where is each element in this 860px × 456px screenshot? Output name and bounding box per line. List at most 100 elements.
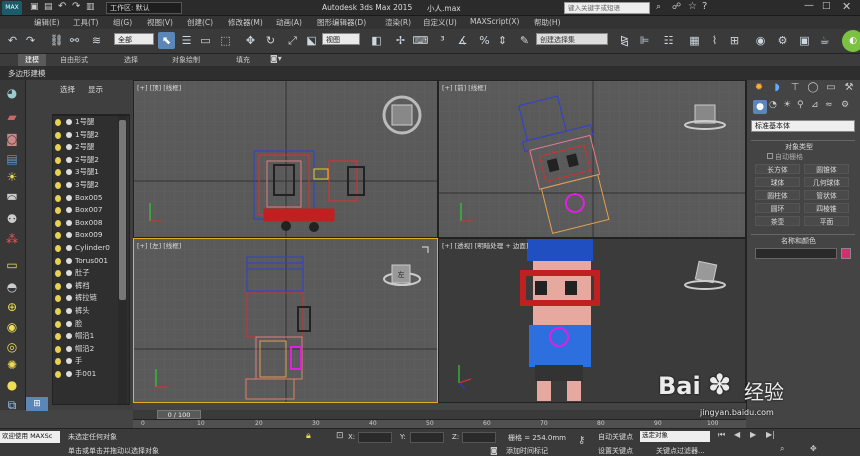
viewport-left[interactable]: [+] [左] [线框] 左	[133, 238, 438, 403]
cameras-cat-icon[interactable]: ⚲	[797, 100, 804, 110]
light-bulb-icon[interactable]	[55, 320, 61, 328]
layer-explorer-icon[interactable]: ☷	[660, 32, 677, 49]
redo-icon[interactable]: ↷	[22, 32, 39, 49]
create-box-icon[interactable]: ▰	[3, 108, 21, 126]
window-crossing-icon[interactable]: ⬚	[217, 32, 234, 49]
search-input[interactable]: 键入关键字或短语	[564, 2, 650, 14]
light-bulb-icon[interactable]	[55, 232, 61, 240]
shapes-icon[interactable]: ◙	[3, 130, 21, 148]
light-bulb-icon[interactable]	[55, 181, 61, 189]
reference-coordinate-dropdown[interactable]: 视图	[322, 33, 360, 45]
modify-tab-icon[interactable]: ◗	[769, 82, 785, 96]
quick-undo-icon[interactable]: ↶	[58, 1, 66, 12]
subscription-icon[interactable]: ☍	[672, 2, 681, 12]
search-icon[interactable]: ⌕	[656, 2, 661, 12]
torus-button[interactable]: 圆环	[755, 203, 800, 213]
prev-frame-icon[interactable]: ◀	[734, 430, 740, 439]
teapot-button[interactable]: 茶壶	[755, 216, 800, 226]
menu-edit[interactable]: 编辑(E)	[34, 17, 60, 28]
tube-button[interactable]: 管状体	[804, 190, 849, 200]
menu-customize[interactable]: 自定义(U)	[423, 17, 457, 28]
keyboard-shortcut-icon[interactable]: ⌨	[412, 32, 429, 49]
light-bulb-icon[interactable]	[55, 131, 61, 139]
menu-graph-editors[interactable]: 图形编辑器(D)	[317, 17, 366, 28]
light-bulb-icon[interactable]	[55, 282, 61, 290]
name-color-rollout[interactable]: 名称和颜色	[751, 234, 855, 245]
polygon-modeling-label[interactable]: 多边形建模	[8, 68, 46, 79]
render-frame-icon[interactable]: ▣	[796, 32, 813, 49]
ribbon-options-icon[interactable]: ◙▾	[270, 54, 282, 63]
rotate-icon[interactable]: ↻	[262, 32, 279, 49]
timeline-ruler[interactable]: 0 10 20 30 40 50 60 70 80 90 100	[133, 419, 746, 428]
time-tag-icon[interactable]: ◙	[490, 446, 498, 455]
light-icon[interactable]: ☀	[3, 168, 21, 186]
motion-icon[interactable]: ◉	[3, 318, 21, 336]
named-selection-set-dropdown[interactable]: 创建选择集	[536, 33, 608, 45]
light-bulb-icon[interactable]	[55, 345, 61, 353]
geosphere-button[interactable]: 几何球体	[804, 177, 849, 187]
light-bulb-icon[interactable]	[55, 307, 61, 315]
menu-tools[interactable]: 工具(T)	[73, 17, 98, 28]
placement-icon[interactable]: ⬕	[303, 32, 320, 49]
viewport-front-label[interactable]: [+] [前] [线框]	[442, 82, 486, 92]
hierarchy-icon[interactable]: ⊕	[3, 298, 21, 316]
quick-redo-icon[interactable]: ↷	[72, 1, 80, 12]
scale-icon[interactable]: ⤢	[284, 32, 301, 49]
light-bulb-icon[interactable]	[55, 169, 61, 177]
ribbon-tab-populate[interactable]: 填充	[236, 55, 250, 65]
ribbon-tab-modeling[interactable]: 建模	[18, 54, 46, 66]
select-manipulate-icon[interactable]: ✢	[392, 32, 409, 49]
auto-key-button[interactable]: 自动关键点	[598, 432, 633, 442]
move-icon[interactable]: ✥	[242, 32, 259, 49]
viewport-top-label[interactable]: [+] [顶] [线框]	[137, 82, 181, 92]
a360-icon[interactable]: ◐	[842, 30, 860, 52]
light-bulb-icon[interactable]	[55, 333, 61, 341]
object-type-rollout[interactable]: 对象类型	[751, 140, 855, 151]
viewport-front[interactable]: [+] [前] [线框]	[438, 80, 746, 238]
help-icon[interactable]: ?	[702, 1, 707, 12]
sphere-icon[interactable]: ●	[3, 376, 21, 394]
absolute-mode-icon[interactable]: ⊡	[336, 431, 344, 441]
menu-animation[interactable]: 动画(A)	[276, 17, 302, 28]
pan-icon[interactable]: ✥	[810, 444, 817, 453]
sphere-button[interactable]: 球体	[755, 177, 800, 187]
sun-icon[interactable]: ✺	[3, 356, 21, 374]
ribbon-tab-selection[interactable]: 选择	[124, 55, 138, 65]
z-coord-input[interactable]	[462, 432, 496, 443]
scene-scroll-thumb[interactable]	[119, 120, 126, 300]
quick-project-icon[interactable]: ▥	[86, 2, 95, 12]
viewport-persp-label[interactable]: [+] [透视] [明暗处理 + 边面]	[442, 240, 528, 250]
display-icon[interactable]: ▭	[3, 256, 21, 274]
primitive-type-dropdown[interactable]: 标准基本体	[751, 120, 855, 132]
render-setup-icon[interactable]: ⚙	[774, 32, 791, 49]
y-coord-input[interactable]	[410, 432, 444, 443]
mirror-icon[interactable]: ⧎	[616, 32, 633, 49]
dots-icon[interactable]: ⁂	[3, 230, 21, 248]
play-icon[interactable]: ▶	[750, 430, 756, 439]
light-bulb-icon[interactable]	[55, 219, 61, 227]
angle-snap-icon[interactable]: ∡	[454, 32, 471, 49]
object-color-swatch[interactable]	[841, 248, 851, 259]
link-icon[interactable]: ⛓	[48, 32, 65, 49]
edit-named-sets-icon[interactable]: ✎	[516, 32, 533, 49]
maxscript-listener[interactable]: 欢迎使用 MAXSc	[0, 431, 60, 443]
schematic-view-icon[interactable]: ⊞	[726, 32, 743, 49]
pyramid-button[interactable]: 四棱锥	[804, 203, 849, 213]
shapes-cat-icon[interactable]: ◔	[769, 100, 777, 110]
light-bulb-icon[interactable]	[55, 370, 61, 378]
light-bulb-icon[interactable]	[55, 119, 61, 126]
ribbon-tab-object-paint[interactable]: 对象绘制	[172, 55, 200, 65]
layers-icon[interactable]: ⧉	[3, 396, 21, 414]
close-icon[interactable]: ✕	[842, 0, 851, 13]
go-start-icon[interactable]: ⏮	[718, 430, 725, 440]
minimize-icon[interactable]: —	[804, 0, 814, 11]
create-tab-icon[interactable]: ✹	[751, 82, 767, 96]
camera-icon[interactable]: ◚	[3, 190, 21, 208]
key-filters-button[interactable]: 关键点过滤器...	[656, 446, 705, 456]
quick-open-icon[interactable]: ▣	[30, 2, 39, 12]
spacewarps-cat-icon[interactable]: ≈	[825, 100, 833, 110]
geometry-icon[interactable]: ●	[753, 100, 767, 114]
light-bulb-icon[interactable]	[55, 270, 61, 278]
box-button[interactable]: 长方体	[755, 164, 800, 174]
time-slider[interactable]: 0 / 100	[157, 410, 201, 419]
